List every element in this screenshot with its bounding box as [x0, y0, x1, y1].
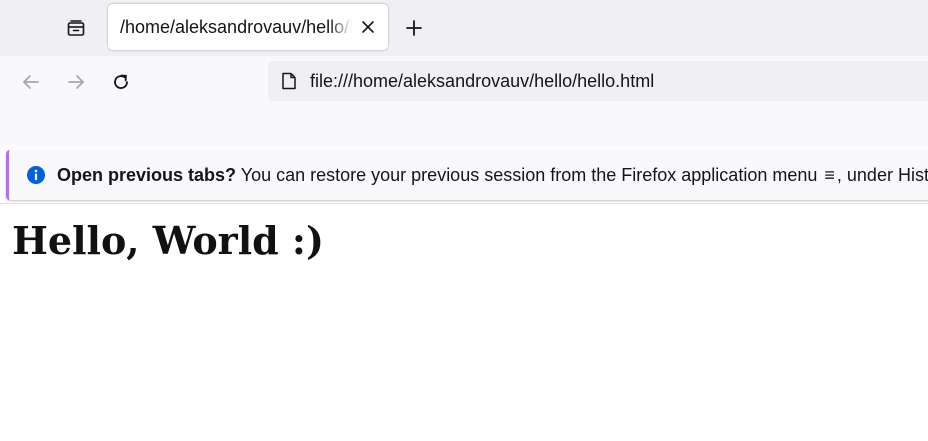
forward-button[interactable]	[62, 68, 90, 96]
close-icon[interactable]	[358, 17, 378, 37]
session-restore-notification: Open previous tabs? You can restore your…	[6, 150, 928, 200]
notification-text: Open previous tabs? You can restore your…	[57, 165, 928, 186]
page-icon	[280, 72, 298, 90]
url-bar[interactable]: file:///home/aleksandrovauv/hello/hello.…	[268, 61, 928, 101]
browser-window: /home/aleksandrovauv/hello/hello.html	[0, 0, 928, 441]
arrow-left-icon	[21, 72, 41, 92]
url-text[interactable]: file:///home/aleksandrovauv/hello/hello.…	[310, 71, 654, 92]
list-all-tabs-button[interactable]	[62, 14, 90, 42]
reload-icon	[111, 72, 131, 92]
new-tab-button[interactable]	[400, 14, 428, 42]
page-content: Hello, World :)	[0, 203, 928, 441]
tab-active[interactable]: /home/aleksandrovauv/hello/hello.html	[108, 4, 388, 50]
tab-list-icon	[66, 18, 86, 38]
reload-button[interactable]	[107, 68, 135, 96]
notification-message-tail: , under History.	[836, 164, 928, 185]
info-icon	[26, 165, 46, 185]
back-button[interactable]	[17, 68, 45, 96]
page-heading: Hello, World :)	[12, 218, 324, 263]
arrow-right-icon	[66, 72, 86, 92]
notification-message: You can restore your previous session fr…	[240, 164, 818, 185]
nav-bar: file:///home/aleksandrovauv/hello/hello.…	[0, 56, 928, 148]
tab-strip: /home/aleksandrovauv/hello/hello.html	[0, 0, 928, 56]
notification-title: Open previous tabs?	[57, 164, 237, 185]
plus-icon	[405, 19, 423, 37]
hamburger-menu-icon: ≡	[824, 164, 835, 185]
tab-title: /home/aleksandrovauv/hello/hello.html	[120, 16, 352, 37]
